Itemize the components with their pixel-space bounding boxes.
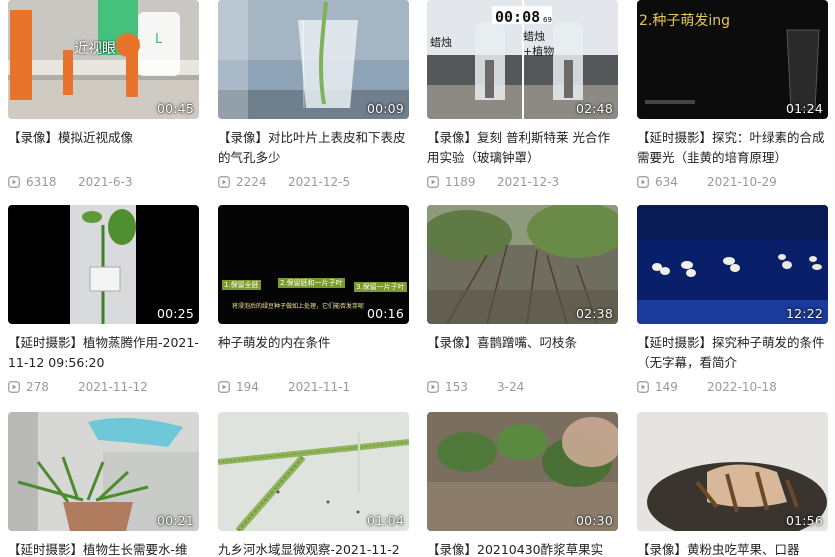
video-duration: 02:48 <box>575 101 613 116</box>
video-meta: 6318 2021-6-3 <box>8 174 199 190</box>
video-card[interactable]: 近视眼 L 00:45 【录像】模拟近视成像 6318 2021-6-3 <box>8 0 199 190</box>
video-thumbnail[interactable]: 00:08 69 蜡烛 蜡烛 +植物 02:48 <box>427 0 618 119</box>
video-meta: 1189 2021-12-3 <box>427 174 618 190</box>
video-card[interactable]: 00:09 【录像】对比叶片上表皮和下表皮的气孔多少 2224 2021-12-… <box>218 0 409 190</box>
video-title[interactable]: 【延时摄影】植物生长需要水-维持 <box>8 540 199 557</box>
video-meta: 634 2021-10-29 <box>637 174 828 190</box>
play-count-icon <box>8 381 20 393</box>
publish-date: 2021-12-3 <box>497 175 560 189</box>
video-title[interactable]: 【录像】20210430酢浆草果实 <box>427 540 618 557</box>
video-card[interactable]: 01:56 【录像】黄粉虫吃苹果、口器 <box>637 412 828 557</box>
play-count-icon <box>8 176 20 188</box>
video-card[interactable]: 00:08 69 蜡烛 蜡烛 +植物 02:48 【录像】复刻 普利斯特莱 光合… <box>427 0 618 190</box>
video-title[interactable]: 【录像】模拟近视成像 <box>8 128 199 168</box>
play-count-icon <box>637 176 649 188</box>
view-count: 278 <box>26 380 49 394</box>
play-count-icon <box>427 381 439 393</box>
video-duration: 01:04 <box>366 513 404 528</box>
video-title[interactable]: 【延时摄影】探究：叶绿素的合成需要光（韭黄的培育原理） <box>637 128 828 168</box>
publish-date: 2021-11-12 <box>78 380 148 394</box>
view-count: 194 <box>236 380 259 394</box>
publish-date: 2021-6-3 <box>78 175 133 189</box>
video-card[interactable]: 12:22 【延时摄影】探究种子萌发的条件（无字幕，看简介 149 2022-1… <box>637 205 828 395</box>
play-count-icon <box>218 176 230 188</box>
video-thumbnail[interactable]: 近视眼 L 00:45 <box>8 0 199 119</box>
video-duration: 00:30 <box>575 513 613 528</box>
view-count: 149 <box>655 380 678 394</box>
view-count: 1189 <box>445 175 476 189</box>
video-thumbnail[interactable]: 00:25 <box>8 205 199 324</box>
video-title[interactable]: 【录像】复刻 普利斯特莱 光合作用实验（玻璃钟罩） <box>427 128 618 168</box>
video-thumbnail[interactable]: 01:56 <box>637 412 828 531</box>
view-count: 634 <box>655 175 678 189</box>
video-card[interactable]: 00:30 【录像】20210430酢浆草果实 <box>427 412 618 557</box>
video-title[interactable]: 【延时摄影】探究种子萌发的条件（无字幕，看简介 <box>637 333 828 373</box>
video-meta: 153 3-24 <box>427 379 618 395</box>
video-title[interactable]: 【延时摄影】植物蒸腾作用-2021-11-12 09:56:20 <box>8 333 199 373</box>
video-duration: 00:21 <box>156 513 194 528</box>
video-duration: 01:56 <box>785 513 823 528</box>
video-meta: 149 2022-10-18 <box>637 379 828 395</box>
video-duration: 00:16 <box>366 306 404 321</box>
video-card[interactable]: 1.保留全胚 2.保留胚和一片子叶 3.保留一片子叶 将浸泡后的绿豆种子做如上处… <box>218 205 409 395</box>
video-duration: 01:24 <box>785 101 823 116</box>
view-count: 6318 <box>26 175 57 189</box>
video-card[interactable]: 2.种子萌发ing 01:24 【延时摄影】探究：叶绿素的合成需要光（韭黄的培育… <box>637 0 828 190</box>
video-meta: 194 2021-11-1 <box>218 379 409 395</box>
view-count: 2224 <box>236 175 267 189</box>
video-card[interactable]: 01:04 九乡河水域显微观察-2021-11-2 <box>218 412 409 557</box>
video-thumbnail[interactable]: 01:04 <box>218 412 409 531</box>
video-title[interactable]: 种子萌发的内在条件 <box>218 333 409 373</box>
video-card[interactable]: 02:38 【录像】喜鹊蹭嘴、叼枝条 153 3-24 <box>427 205 618 395</box>
video-duration: 02:38 <box>575 306 613 321</box>
video-thumbnail[interactable]: 00:09 <box>218 0 409 119</box>
video-card[interactable]: 00:21 【延时摄影】植物生长需要水-维持 <box>8 412 199 557</box>
publish-date: 2021-12-5 <box>288 175 351 189</box>
video-thumbnail[interactable]: 00:30 <box>427 412 618 531</box>
video-title[interactable]: 【录像】黄粉虫吃苹果、口器 <box>637 540 828 557</box>
publish-date: 2021-11-1 <box>288 380 351 394</box>
video-duration: 12:22 <box>785 306 823 321</box>
video-thumbnail[interactable]: 12:22 <box>637 205 828 324</box>
video-card[interactable]: 00:25 【延时摄影】植物蒸腾作用-2021-11-12 09:56:20 2… <box>8 205 199 395</box>
video-duration: 00:09 <box>366 101 404 116</box>
video-duration: 00:25 <box>156 306 194 321</box>
play-count-icon <box>427 176 439 188</box>
video-thumbnail[interactable]: 2.种子萌发ing 01:24 <box>637 0 828 119</box>
video-thumbnail[interactable]: 00:21 <box>8 412 199 531</box>
play-count-icon <box>637 381 649 393</box>
video-grid: 近视眼 L 00:45 【录像】模拟近视成像 6318 2021-6-3 00:… <box>0 0 835 557</box>
video-meta: 2224 2021-12-5 <box>218 174 409 190</box>
video-thumbnail[interactable]: 02:38 <box>427 205 618 324</box>
video-meta: 278 2021-11-12 <box>8 379 199 395</box>
play-count-icon <box>218 381 230 393</box>
video-duration: 00:45 <box>156 101 194 116</box>
video-title[interactable]: 九乡河水域显微观察-2021-11-2 <box>218 540 409 557</box>
video-title[interactable]: 【录像】喜鹊蹭嘴、叼枝条 <box>427 333 618 373</box>
publish-date: 2021-10-29 <box>707 175 777 189</box>
publish-date: 3-24 <box>497 380 525 394</box>
video-thumbnail[interactable]: 1.保留全胚 2.保留胚和一片子叶 3.保留一片子叶 将浸泡后的绿豆种子做如上处… <box>218 205 409 324</box>
video-title[interactable]: 【录像】对比叶片上表皮和下表皮的气孔多少 <box>218 128 409 168</box>
publish-date: 2022-10-18 <box>707 380 777 394</box>
view-count: 153 <box>445 380 468 394</box>
